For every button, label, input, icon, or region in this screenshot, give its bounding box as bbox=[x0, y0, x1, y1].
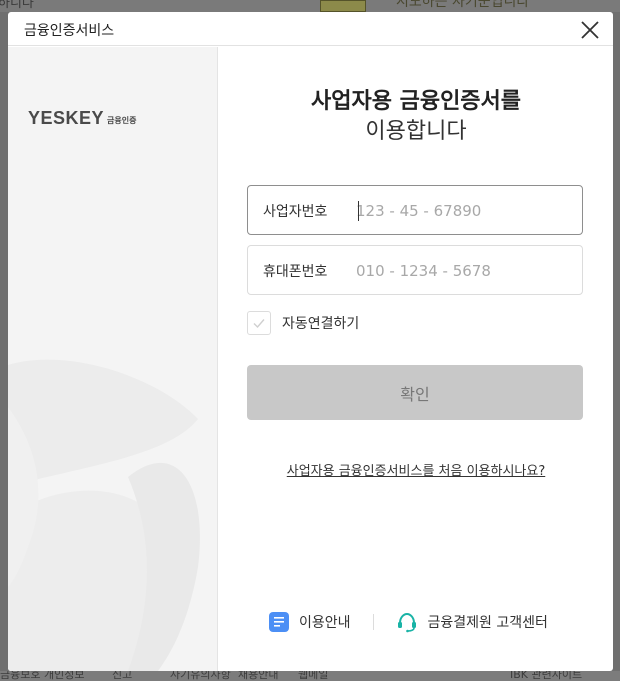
usage-guide-link[interactable]: 이용안내 bbox=[269, 612, 351, 632]
business-number-input[interactable] bbox=[356, 199, 566, 223]
background-link: 금융보호 bbox=[0, 671, 41, 681]
decorative-leaf-shape bbox=[8, 359, 200, 671]
phone-number-field[interactable]: 휴대폰번호 bbox=[247, 245, 583, 295]
title-line-1: 사업자용 금융인증서를 bbox=[310, 89, 522, 114]
close-icon bbox=[581, 21, 599, 39]
customer-center-label: 금융결제원 고객센터 bbox=[427, 615, 548, 631]
close-button[interactable] bbox=[578, 18, 602, 42]
auto-connect-label: 자동연결하기 bbox=[282, 316, 360, 332]
auto-connect-checkbox[interactable] bbox=[247, 311, 271, 335]
background-warning-box bbox=[320, 0, 366, 12]
modal-title: 금융인증서비스 bbox=[24, 23, 115, 39]
business-number-field[interactable]: 사업자번호 bbox=[247, 185, 583, 235]
auto-connect-option[interactable]: 자동연결하기 bbox=[247, 310, 359, 336]
background-link: IBK 관련사이트 bbox=[510, 671, 583, 681]
title-line-2: 이용합니다 bbox=[365, 119, 467, 144]
phone-number-label: 휴대폰번호 bbox=[263, 264, 328, 280]
customer-center-link[interactable]: 금융결제원 고객센터 bbox=[396, 611, 548, 633]
background-link: 웹메일 bbox=[298, 671, 329, 681]
footer-links: 이용안내 금융결제원 고객센터 bbox=[269, 610, 548, 634]
check-icon bbox=[253, 319, 265, 329]
footer-divider bbox=[372, 614, 374, 630]
text-caret bbox=[358, 201, 359, 221]
background-link: 신고 bbox=[112, 671, 133, 681]
business-number-label: 사업자번호 bbox=[263, 204, 328, 220]
background-page-bottom: 금융보호 개인정보 신고 사기유의사항 채용안내 웹메일 IBK 관련사이트 bbox=[0, 671, 620, 681]
background-link: 개인정보 bbox=[44, 671, 85, 681]
first-time-link[interactable]: 사업자용 금융인증서비스를 처음 이용하시나요? bbox=[287, 464, 546, 479]
background-link: 사기유의사항 bbox=[170, 671, 231, 681]
form-panel: 사업자용 금융인증서를 이용합니다 사업자번호 휴대폰번호 자동연결하기 확인 … bbox=[219, 47, 613, 671]
background-text: 하니다 bbox=[0, 0, 34, 11]
background-page-top: 하니다 시도하는 사기꾼입니다 bbox=[0, 0, 620, 12]
headset-icon bbox=[397, 612, 416, 633]
confirm-button[interactable]: 확인 bbox=[247, 365, 583, 420]
yeskey-logo: YESKEY 금융인증 bbox=[28, 105, 136, 129]
logo-subtext: 금융인증 bbox=[107, 116, 137, 125]
phone-number-input[interactable] bbox=[356, 259, 566, 283]
usage-guide-label: 이용안내 bbox=[299, 615, 351, 631]
background-warning-text: 시도하는 사기꾼입니다 bbox=[396, 0, 530, 10]
first-time-help: 사업자용 금융인증서비스를 처음 이용하시나요? bbox=[219, 460, 613, 479]
logo-wordmark: YESKEY bbox=[28, 108, 105, 128]
page-title: 사업자용 금융인증서를 이용합니다 bbox=[219, 87, 613, 147]
background-link: 채용안내 bbox=[238, 671, 279, 681]
certificate-modal: 금융인증서비스 YESKEY 금융인증 사업자용 금융인증서를 이용합니다 사업… bbox=[8, 12, 613, 671]
brand-panel: YESKEY 금융인증 bbox=[8, 47, 218, 671]
modal-titlebar: 금융인증서비스 bbox=[8, 12, 613, 46]
document-icon bbox=[269, 612, 289, 632]
